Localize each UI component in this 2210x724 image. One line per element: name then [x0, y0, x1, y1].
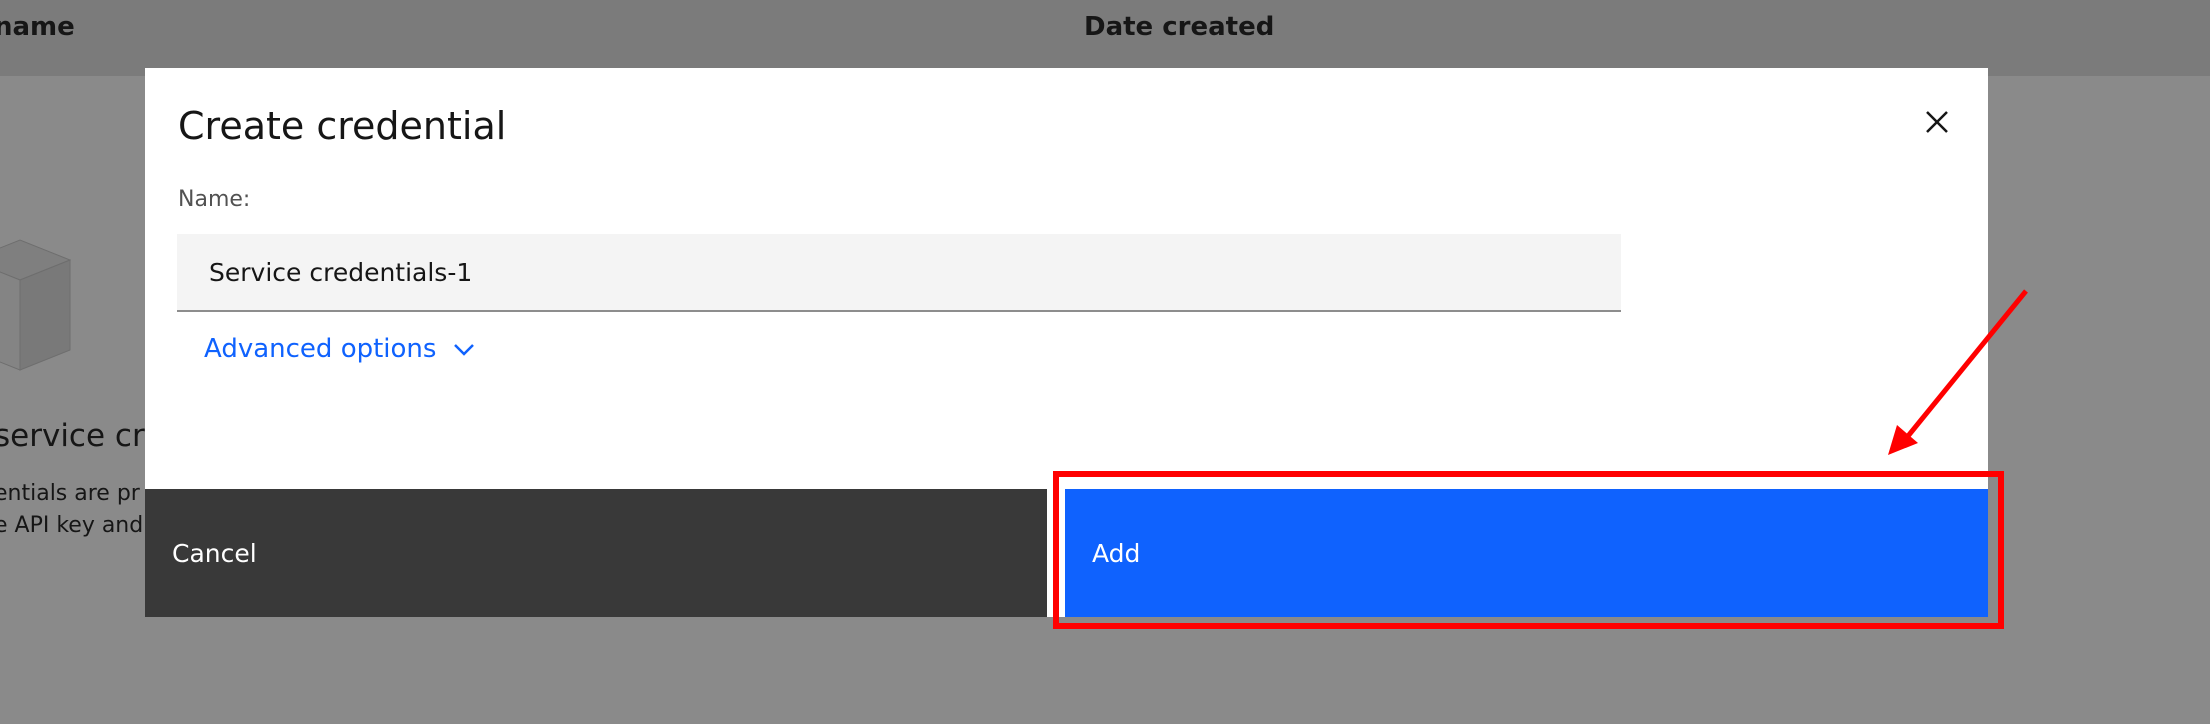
modal-title: Create credential — [178, 104, 507, 148]
create-credential-modal: Create credential Name: Advanced options… — [145, 68, 1988, 617]
name-label: Name: — [178, 187, 251, 212]
advanced-options-label: Advanced options — [204, 334, 437, 364]
close-button[interactable] — [1913, 98, 1961, 146]
add-button[interactable]: Add — [1065, 489, 1988, 617]
advanced-options-toggle[interactable]: Advanced options — [204, 334, 476, 364]
chevron-down-icon — [454, 344, 475, 356]
name-input[interactable] — [177, 234, 1621, 312]
close-icon — [1926, 111, 1948, 133]
cancel-button[interactable]: Cancel — [145, 489, 1047, 617]
